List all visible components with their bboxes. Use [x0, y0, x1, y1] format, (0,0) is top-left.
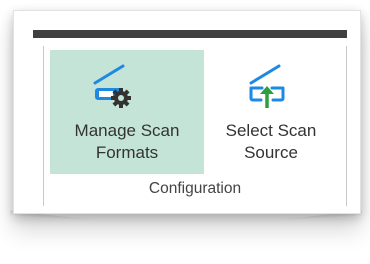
- card-shadow: [10, 210, 362, 228]
- scanner-arrow-up-icon: [249, 64, 285, 108]
- select-scan-source-label: Select Scan Source: [206, 120, 336, 164]
- select-scan-source-button[interactable]: Select Scan Source: [206, 50, 336, 174]
- manage-scan-formats-button[interactable]: Manage Scan Formats: [50, 50, 204, 174]
- group-label-configuration: Configuration: [148, 180, 242, 197]
- ribbon-top-bar: [33, 30, 347, 38]
- manage-scan-formats-label: Manage Scan Formats: [50, 120, 204, 164]
- manage-scan-formats-line2: Formats: [95, 143, 159, 162]
- select-scan-source-line1: Select Scan: [225, 121, 317, 140]
- manage-scan-formats-line1: Manage Scan: [74, 121, 180, 140]
- select-scan-source-line2: Source: [244, 143, 298, 162]
- scanner-gear-icon: [93, 64, 131, 108]
